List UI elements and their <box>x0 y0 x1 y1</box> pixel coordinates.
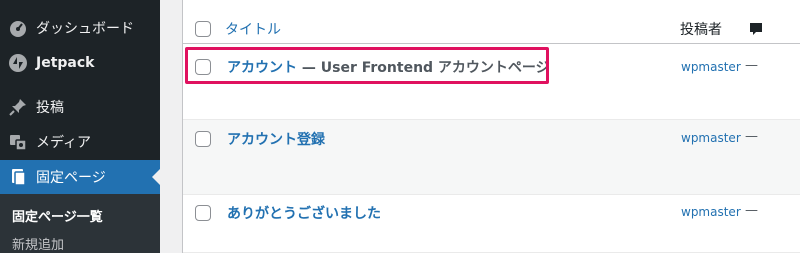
page-title-text[interactable]: アカウント <box>227 60 297 76</box>
jetpack-icon <box>8 53 28 73</box>
sidebar-item-dashboard[interactable]: ダッシュボード <box>0 11 160 45</box>
comments-count: — <box>745 58 758 73</box>
author-link[interactable]: wpmaster <box>681 202 741 222</box>
row-checkbox[interactable] <box>195 205 211 221</box>
sidebar-item-posts[interactable]: 投稿 <box>0 90 160 124</box>
author-link[interactable]: wpmaster <box>681 128 741 148</box>
comment-bubble-icon[interactable] <box>748 21 764 41</box>
comments-count: — <box>745 129 758 144</box>
page-title-link[interactable]: アカウント — User Frontend アカウントページ <box>227 57 550 77</box>
row-checkbox[interactable] <box>195 59 211 75</box>
sidebar-item-label: メディア <box>36 135 92 151</box>
pin-icon <box>8 97 28 117</box>
table-header: タイトル 投稿者 <box>183 0 800 44</box>
sidebar-item-pages[interactable]: 固定ページ <box>0 160 160 194</box>
pages-table: タイトル 投稿者 アカウント — User Frontend アカウントページ … <box>182 0 800 253</box>
sidebar-item-label: ダッシュボード <box>36 21 134 37</box>
column-author-header: 投稿者 <box>680 22 722 38</box>
comments-count: — <box>745 203 758 218</box>
submenu-item-add-new[interactable]: 新規追加 <box>12 234 64 253</box>
pages-submenu: 固定ページ一覧 新規追加 <box>0 194 160 253</box>
sidebar-item-label: 固定ページ <box>36 170 106 186</box>
sidebar-item-jetpack[interactable]: Jetpack <box>0 46 160 80</box>
media-icon <box>8 132 28 152</box>
submenu-item-all-pages[interactable]: 固定ページ一覧 <box>12 206 103 225</box>
sidebar-item-media[interactable]: メディア <box>0 125 160 159</box>
sidebar-item-label: Jetpack <box>36 55 95 71</box>
table-row: アカウント — User Frontend アカウントページ wpmaster … <box>183 45 800 120</box>
column-title-header[interactable]: タイトル <box>225 19 281 39</box>
pages-icon <box>8 167 28 187</box>
sidebar-item-label: 投稿 <box>36 100 64 116</box>
dashboard-icon <box>8 18 28 38</box>
select-all-checkbox[interactable] <box>195 21 211 37</box>
table-row: アカウント登録 wpmaster — <box>183 120 800 195</box>
row-checkbox[interactable] <box>195 131 211 147</box>
admin-sidebar: ダッシュボード Jetpack 投稿 メディア 固定ページ 固定ページ一覧 新規… <box>0 0 160 253</box>
author-link[interactable]: wpmaster <box>681 57 741 77</box>
page-title-link[interactable]: ありがとうございました <box>227 203 381 223</box>
page-title-link[interactable]: アカウント登録 <box>227 129 325 149</box>
table-row: ありがとうございました wpmaster — <box>183 195 800 253</box>
page-state: — User Frontend アカウントページ <box>297 60 550 76</box>
